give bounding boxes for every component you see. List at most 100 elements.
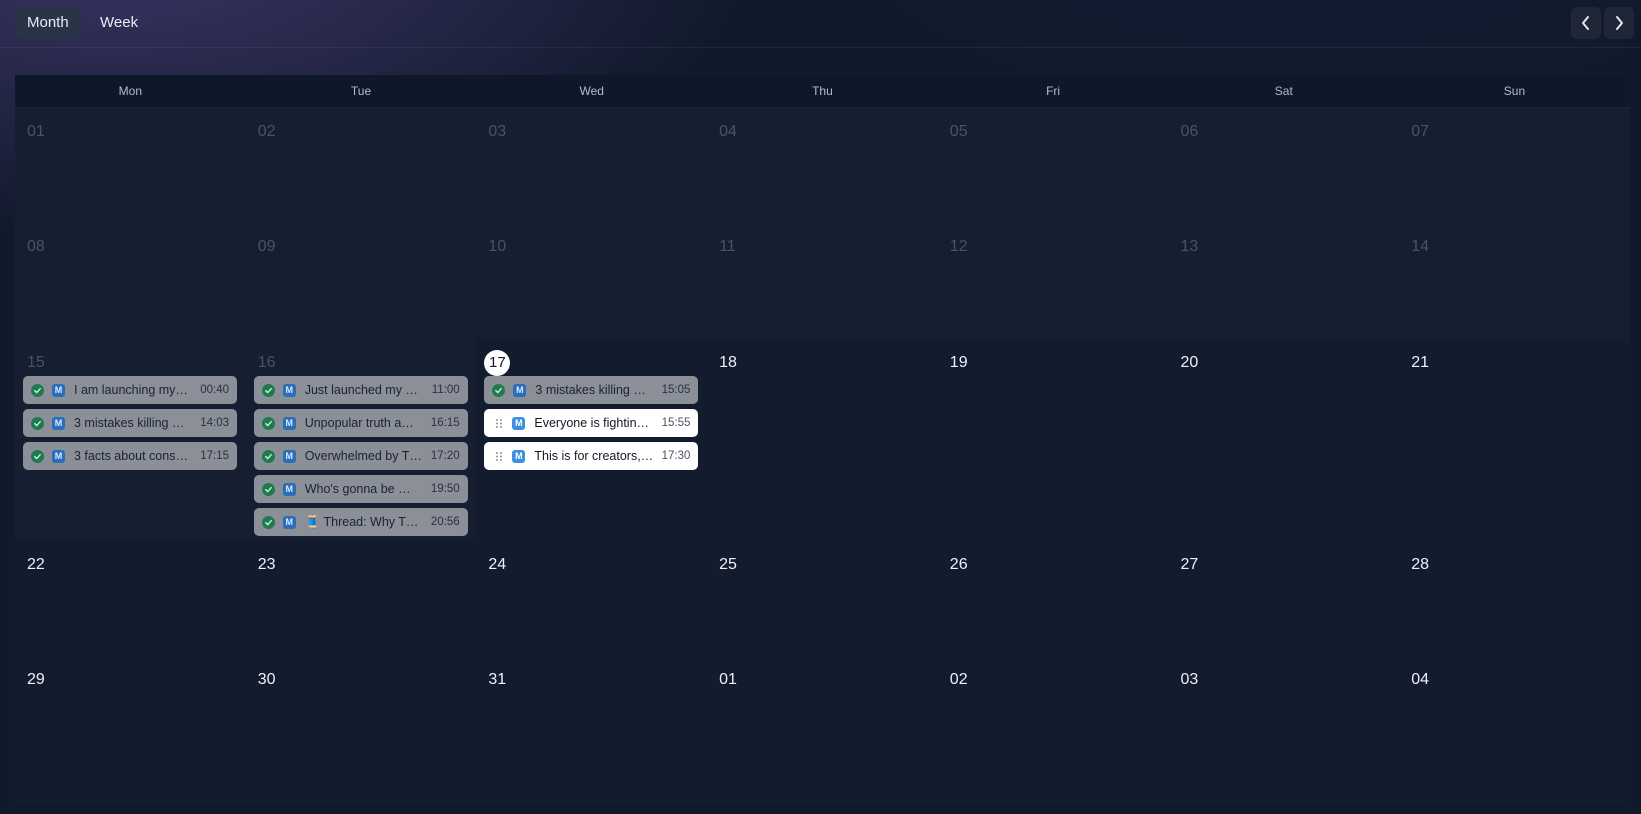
day-cell[interactable]: 02 [938, 655, 1169, 803]
scheduled-post[interactable]: M This is for creators,… 17:30 [484, 442, 699, 470]
day-number: 28 [1411, 556, 1429, 573]
check-icon [31, 449, 44, 463]
day-number: 19 [949, 354, 968, 371]
day-number: 10 [488, 238, 507, 255]
day-cell[interactable]: 30 [246, 655, 477, 803]
day-cell[interactable]: 12 [938, 222, 1169, 338]
day-cell[interactable]: 23 [246, 540, 477, 655]
check-icon [261, 383, 275, 397]
scheduled-post[interactable]: M 3 mistakes killing … 15:05 [484, 376, 699, 404]
post-time: 15:55 [661, 417, 691, 429]
post-time: 17:20 [430, 450, 460, 462]
day-cell[interactable]: 01 [15, 107, 246, 222]
post-title: Unpopular truth a… [304, 416, 414, 430]
day-number: 02 [949, 671, 968, 688]
scheduled-post[interactable]: M 3 mistakes killing … 14:03 [23, 409, 237, 437]
platform-badge-icon: M [282, 515, 296, 529]
day-number: 18 [719, 354, 737, 371]
drag-handle-icon[interactable] [492, 417, 505, 430]
day-number: 24 [488, 556, 507, 573]
day-cell[interactable]: 22 [15, 540, 246, 655]
post-title: 🧵 Thread: Why T… [304, 514, 419, 529]
day-cell[interactable]: 03 [1169, 655, 1400, 803]
day-cell[interactable]: 03 [476, 107, 707, 222]
day-cell[interactable]: 02 [246, 107, 477, 222]
day-cell[interactable]: 06 [1169, 107, 1400, 222]
day-cell[interactable]: 10 [476, 222, 707, 338]
month-view-button[interactable]: Month [15, 7, 81, 39]
check-icon [261, 449, 275, 463]
day-cell[interactable]: 01 [707, 655, 938, 803]
day-cell[interactable]: 25 [707, 540, 938, 655]
day-cell[interactable]: 16 M Just launched my … 11:00 M Unpopular tru… [246, 338, 477, 540]
platform-badge-icon: M [282, 416, 296, 430]
day-number: 30 [257, 671, 276, 688]
day-cell[interactable]: 18 [707, 338, 938, 540]
scheduled-post[interactable]: M Just launched my … 11:00 [253, 376, 468, 404]
check-icon [261, 515, 275, 529]
day-cell[interactable]: 08 [15, 222, 246, 338]
post-time: 00:40 [200, 384, 229, 396]
day-cell[interactable]: 21 [1399, 338, 1630, 540]
day-cell[interactable]: 19 [938, 338, 1169, 540]
day-cell[interactable]: 17 M 3 mistakes killing … 15:05 M Everyone is… [476, 338, 707, 540]
scheduled-post[interactable]: M Everyone is fightin… 15:55 [484, 409, 699, 437]
platform-badge-icon: M [282, 449, 296, 463]
day-cell[interactable]: 15 M I am launching my… 00:40 M 3 mistakes ki… [15, 338, 246, 540]
post-title: Everyone is fightin… [534, 416, 650, 430]
weekday-mon: Mon [118, 84, 143, 98]
scheduled-post[interactable]: M I am launching my… 00:40 [23, 376, 237, 404]
day-number: 13 [1180, 238, 1199, 255]
day-cell[interactable]: 29 [15, 655, 246, 803]
scheduled-post[interactable]: M 🧵 Thread: Why T… 20:56 [253, 508, 468, 536]
day-cell[interactable]: 14 [1399, 222, 1630, 338]
check-icon [261, 416, 275, 430]
next-month-button[interactable] [1604, 7, 1634, 39]
scheduled-post[interactable]: M Who's gonna be … 19:50 [253, 475, 468, 503]
weekday-fri: Fri [1046, 84, 1061, 98]
post-title: 3 mistakes killing … [74, 416, 185, 430]
scheduled-post[interactable]: M 3 facts about cons… 17:15 [23, 442, 237, 470]
day-cell[interactable]: 09 [246, 222, 477, 338]
drag-handle-icon[interactable] [492, 450, 505, 463]
day-number: 22 [27, 556, 45, 573]
post-time: 20:56 [430, 516, 460, 528]
day-number: 05 [949, 123, 968, 140]
day-number: 04 [1411, 671, 1429, 688]
post-title: Who's gonna be … [304, 482, 411, 496]
post-time: 19:50 [430, 483, 460, 495]
post-time: 15:05 [661, 384, 691, 396]
today-day-number: 17 [484, 350, 511, 376]
day-cell[interactable]: 28 [1399, 540, 1630, 655]
day-cell[interactable]: 07 [1399, 107, 1630, 222]
day-cell[interactable]: 20 [1169, 338, 1400, 540]
check-icon [492, 383, 506, 397]
platform-badge-icon: M [52, 449, 65, 463]
scheduled-post[interactable]: M Unpopular truth a… 16:15 [253, 409, 468, 437]
day-cell[interactable]: 31 [476, 655, 707, 803]
day-cell[interactable]: 26 [938, 540, 1169, 655]
day-number: 23 [257, 556, 276, 573]
day-cell[interactable]: 11 [707, 222, 938, 338]
day-cell[interactable]: 13 [1169, 222, 1400, 338]
day-cell[interactable]: 24 [476, 540, 707, 655]
day-number: 29 [27, 671, 45, 688]
day-number: 07 [1411, 123, 1429, 140]
post-title: 3 mistakes killing … [535, 383, 646, 397]
day-number: 27 [1180, 556, 1199, 573]
week-view-button[interactable]: Week [88, 7, 150, 39]
day-cell[interactable]: 27 [1169, 540, 1400, 655]
chevron-right-icon [1616, 16, 1623, 30]
day-number: 25 [719, 556, 737, 573]
post-title: 3 facts about cons… [74, 449, 188, 463]
day-cell[interactable]: 05 [938, 107, 1169, 222]
weekday-sat: Sat [1274, 84, 1293, 98]
calendar-toolbar: Month Week [0, 0, 1641, 48]
chevron-left-icon [1582, 16, 1589, 30]
post-time: 11:00 [431, 384, 460, 396]
day-cell[interactable]: 04 [707, 107, 938, 222]
prev-month-button[interactable] [1571, 7, 1601, 39]
day-cell[interactable]: 04 [1399, 655, 1630, 803]
scheduled-post[interactable]: M Overwhelmed by T… 17:20 [253, 442, 468, 470]
day-number: 03 [1180, 671, 1199, 688]
